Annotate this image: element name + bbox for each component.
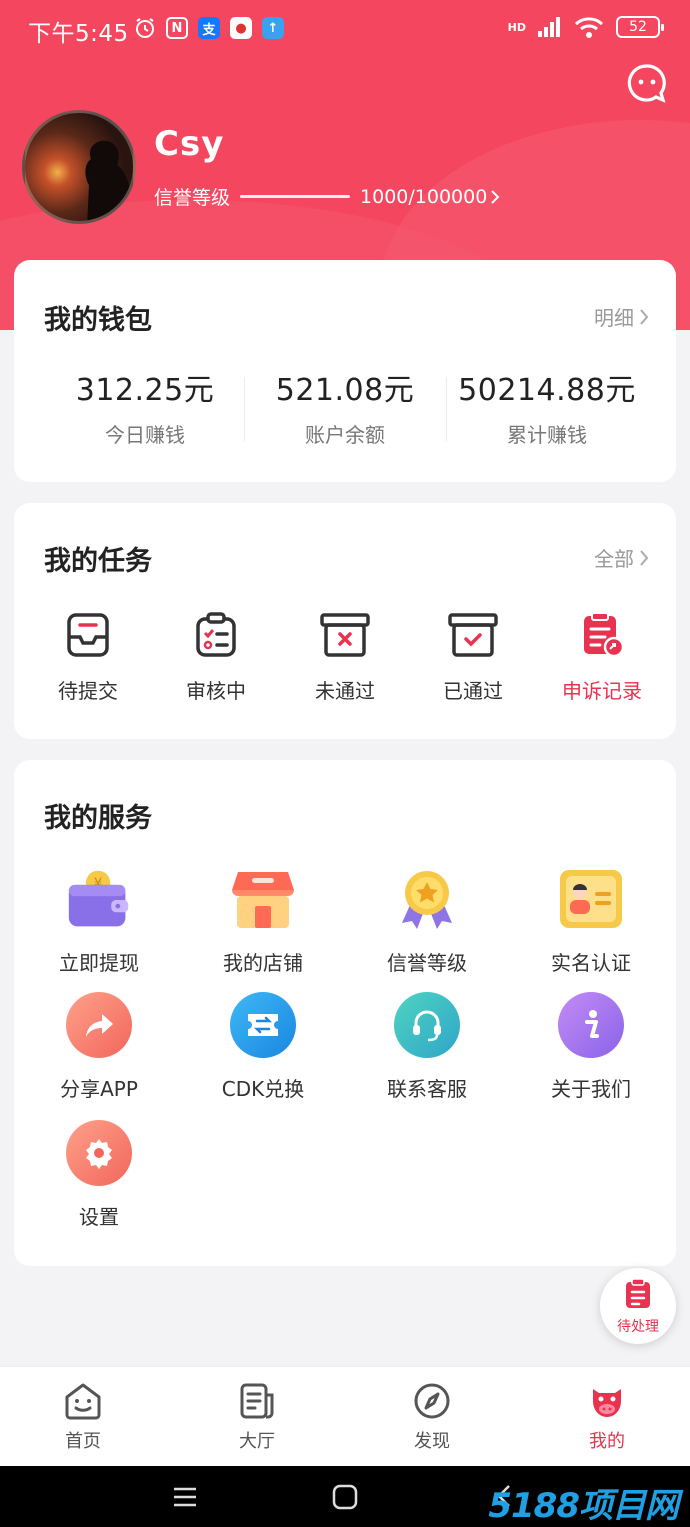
tab-hall[interactable]: 大厅 xyxy=(207,1381,307,1453)
task-under-review[interactable]: 审核中 xyxy=(156,611,276,704)
cow-face-icon xyxy=(593,1389,621,1417)
compass-icon xyxy=(414,1383,450,1419)
wallet-detail-link[interactable]: 明细 xyxy=(594,302,650,331)
level-value: 1000/100000 xyxy=(360,185,488,208)
home-smile-icon xyxy=(65,1383,101,1420)
tab-home[interactable]: 首页 xyxy=(33,1381,133,1453)
service-cdk-exchange[interactable]: CDK兑换 xyxy=(183,992,343,1102)
medal-icon xyxy=(402,871,452,929)
service-about-us[interactable]: 关于我们 xyxy=(511,992,671,1102)
wallet-icon: ¥ xyxy=(68,870,129,927)
wallet-card: 我的钱包 明细 312.25元 今日赚钱 521.08元 账户余额 50214.… xyxy=(14,260,676,482)
chevron-right-icon xyxy=(640,308,649,325)
stat-today-earnings[interactable]: 312.25元 今日赚钱 xyxy=(35,365,255,448)
clipboard-icon xyxy=(626,1278,650,1308)
share-icon xyxy=(86,1014,113,1037)
tasks-card: 我的任务 全部 待提交 审核中 未通过 已通过 申诉记录 xyxy=(14,503,676,739)
menu-icon[interactable] xyxy=(172,1486,198,1508)
settings-icon xyxy=(86,1139,112,1169)
box-check-icon xyxy=(448,613,498,657)
nfc-icon: N xyxy=(166,17,188,39)
username: Csy xyxy=(154,124,225,164)
app-notification-icon: ● xyxy=(230,17,252,39)
status-bar: 下午5:45 N 支 ● ↑ HD 52 xyxy=(0,0,690,60)
ticket-icon xyxy=(248,1014,278,1036)
tab-mine[interactable]: 我的 xyxy=(557,1381,657,1453)
chevron-right-icon xyxy=(640,549,649,566)
task-appeal-records[interactable]: 申诉记录 xyxy=(542,611,662,704)
battery-indicator: 52 xyxy=(616,16,664,38)
service-real-name[interactable]: 实名认证 xyxy=(511,866,671,976)
bottom-tab-bar: 首页 大厅 发现 我的 xyxy=(0,1366,690,1466)
tasks-title: 我的任务 xyxy=(44,546,152,577)
id-card-icon xyxy=(560,870,622,928)
upload-icon: ↑ xyxy=(262,17,284,39)
service-withdraw[interactable]: ¥ 立即提现 xyxy=(19,866,179,976)
status-time: 下午5:45 xyxy=(28,21,129,47)
tasks-all-link[interactable]: 全部 xyxy=(594,543,650,572)
service-contact-support[interactable]: 联系客服 xyxy=(347,992,507,1102)
services-title: 我的服务 xyxy=(44,803,152,834)
headset-icon xyxy=(413,1010,441,1042)
tab-discover[interactable]: 发现 xyxy=(382,1381,482,1453)
service-my-shop[interactable]: 我的店铺 xyxy=(183,866,343,976)
level-row[interactable]: 信誉等级 1000/100000 xyxy=(154,183,501,210)
signal-hd-label: HD xyxy=(507,20,526,34)
level-progress-bar xyxy=(240,195,351,198)
avatar[interactable] xyxy=(22,110,136,224)
inbox-icon xyxy=(67,613,109,657)
info-icon xyxy=(585,1010,599,1038)
wallet-title: 我的钱包 xyxy=(44,305,152,336)
appeal-doc-icon xyxy=(584,612,625,658)
level-label: 信誉等级 xyxy=(154,187,231,209)
watermark-logo: 5188项目网 xyxy=(488,1486,679,1526)
stat-total-earnings[interactable]: 50214.88元 累计赚钱 xyxy=(437,365,657,448)
services-card: 我的服务 ¥ 立即提现 我的店铺 信誉等级 实名认证 分享APP CDK兑换 联… xyxy=(14,760,676,1266)
service-settings[interactable]: 设置 xyxy=(19,1120,179,1230)
alipay-icon: 支 xyxy=(198,17,220,39)
home-square-icon[interactable] xyxy=(332,1484,358,1510)
task-not-passed[interactable]: 未通过 xyxy=(285,611,405,704)
chevron-right-icon xyxy=(491,189,500,204)
box-x-icon xyxy=(320,613,370,657)
signal-icon xyxy=(538,17,560,37)
task-passed[interactable]: 已通过 xyxy=(413,611,533,704)
message-icon[interactable] xyxy=(626,62,668,104)
service-reputation[interactable]: 信誉等级 xyxy=(347,866,507,976)
pending-float-button[interactable]: 待处理 xyxy=(600,1268,676,1344)
shop-icon xyxy=(232,872,294,928)
checklist-icon xyxy=(196,612,236,657)
hall-document-icon xyxy=(240,1383,274,1419)
wifi-icon xyxy=(574,17,604,38)
service-share-app[interactable]: 分享APP xyxy=(19,992,179,1102)
task-pending-submit[interactable]: 待提交 xyxy=(28,611,148,704)
stat-account-balance[interactable]: 521.08元 账户余额 xyxy=(235,365,455,448)
alarm-icon xyxy=(136,18,154,38)
